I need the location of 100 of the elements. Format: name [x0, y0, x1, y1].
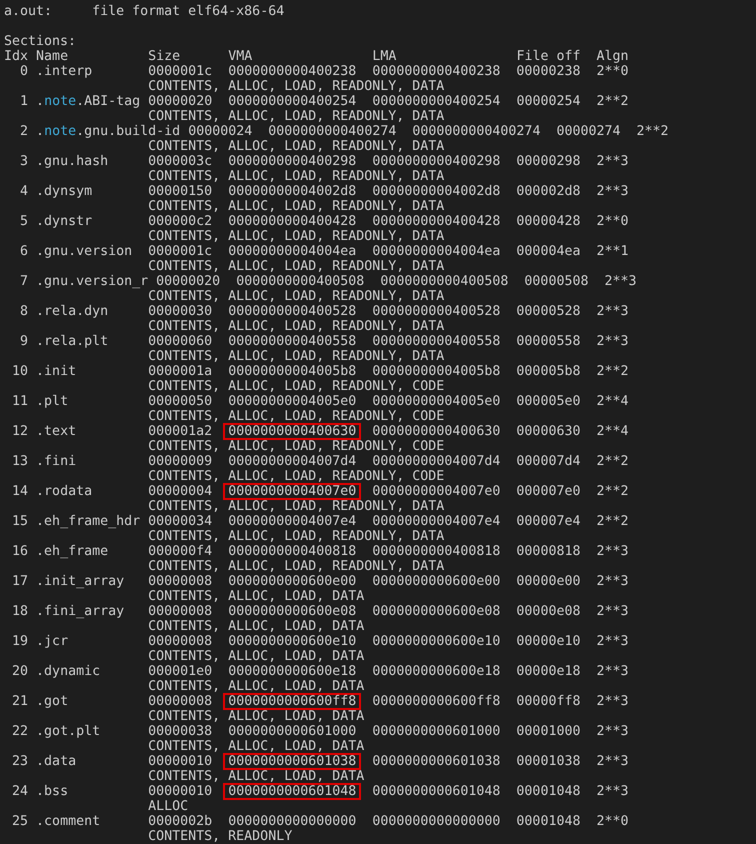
section-name: .dynsym: [36, 184, 92, 199]
vma-cell-text: 0000000000600e10: [227, 633, 358, 650]
alignment-cell: 2**4: [596, 394, 629, 409]
section-flags: CONTENTS, ALLOC, LOAD, DATA: [148, 649, 364, 664]
file-offset-cell: 000005b8: [516, 364, 580, 379]
alignment-cell: 2**2: [596, 94, 629, 109]
alignment-cell: 2**2: [596, 484, 629, 499]
alignment-cell: 2**4: [596, 424, 629, 439]
alignment-cell: 2**2: [596, 514, 629, 529]
vma-cell: 0000000000601048: [223, 783, 362, 800]
lma-cell: 00000000004004ea: [372, 244, 500, 259]
vma-cell-text: 0000000000400508: [235, 273, 366, 290]
alignment-cell: 2**2: [596, 454, 629, 469]
alignment-cell: 2**3: [596, 784, 629, 799]
section-index: 20: [12, 664, 28, 679]
lma-cell: 0000000000600ff8: [372, 694, 500, 709]
section-name: .fini: [36, 454, 76, 469]
lma-cell: 00000000004007d4: [372, 454, 500, 469]
section-index: 24: [12, 784, 28, 799]
lma-cell: 00000000004005e0: [372, 394, 500, 409]
column-header: VMA: [228, 49, 252, 64]
section-name: .plt: [36, 394, 68, 409]
section-flags: CONTENTS, ALLOC, LOAD, DATA: [148, 769, 364, 784]
file-offset-cell: 00000558: [516, 334, 580, 349]
section-index: 11: [12, 394, 28, 409]
section-index: 15: [12, 514, 28, 529]
vma-cell-text: 0000000000400528: [227, 303, 358, 320]
vma-cell-text: 0000000000400254: [227, 93, 358, 110]
section-index: 18: [12, 604, 28, 619]
alignment-cell: 2**3: [604, 274, 637, 289]
file-offset-cell: 000007e4: [516, 514, 580, 529]
file-name: a.out:: [4, 4, 52, 19]
section-name: .comment: [36, 814, 100, 829]
alignment-cell: 2**3: [596, 604, 629, 619]
vma-cell-text: 00000000004004ea: [227, 243, 358, 260]
section-name: .rodata: [36, 484, 92, 499]
section-flags: CONTENTS, ALLOC, LOAD, DATA: [148, 589, 364, 604]
vma-cell-text: 0000000000400298: [227, 153, 358, 170]
file-offset-cell: 000007d4: [516, 454, 580, 469]
alignment-cell: 2**1: [596, 244, 629, 259]
section-name: .text: [36, 424, 76, 439]
section-flags: CONTENTS, ALLOC, LOAD, READONLY, DATA: [148, 499, 444, 514]
vma-cell-text: 0000000000400428: [227, 213, 358, 230]
column-header: File off: [516, 49, 581, 64]
section-index: 21: [12, 694, 28, 709]
size-cell: 00000004: [148, 484, 212, 499]
lma-cell: 0000000000600e00: [372, 574, 500, 589]
alignment-cell: 2**3: [596, 574, 629, 589]
lma-cell: 0000000000600e10: [372, 634, 500, 649]
section-name: .dynstr: [36, 214, 92, 229]
alignment-cell: 2**0: [596, 64, 629, 79]
section-name: .gnu.version: [36, 244, 132, 259]
size-cell: 00000038: [148, 724, 212, 739]
section-index: 2: [20, 124, 28, 139]
alignment-cell: 2**2: [596, 364, 629, 379]
section-flags: CONTENTS, ALLOC, LOAD, DATA: [148, 679, 364, 694]
alignment-cell: 2**0: [596, 214, 629, 229]
section-index: 6: [20, 244, 28, 259]
section-index: 0: [20, 64, 28, 79]
size-cell: 00000009: [148, 454, 212, 469]
lma-cell: 0000000000400274: [412, 124, 540, 139]
file-offset-cell: 00000630: [516, 424, 580, 439]
alignment-cell: 2**3: [596, 634, 629, 649]
section-index: 13: [12, 454, 28, 469]
size-cell: 00000010: [148, 754, 212, 769]
size-cell: 0000003c: [148, 154, 212, 169]
lma-cell: 0000000000600e18: [372, 664, 500, 679]
file-offset-cell: 00000508: [524, 274, 588, 289]
section-index: 16: [12, 544, 28, 559]
section-flags: CONTENTS, ALLOC, LOAD, READONLY, DATA: [148, 259, 444, 274]
file-offset-cell: 000004ea: [516, 244, 580, 259]
section-name: .eh_frame: [36, 544, 108, 559]
section-flags: CONTENTS, ALLOC, LOAD, READONLY, CODE: [148, 379, 444, 394]
vma-cell-text: 0000000000400818: [227, 543, 358, 560]
size-cell: 0000002b: [148, 814, 212, 829]
section-index: 10: [12, 364, 28, 379]
size-cell: 0000001c: [148, 244, 212, 259]
alignment-cell: 2**0: [596, 814, 629, 829]
lma-cell: 0000000000601000: [372, 724, 500, 739]
file-offset-cell: 00000e08: [516, 604, 580, 619]
size-cell: 000001a2: [148, 424, 212, 439]
size-cell: 00000008: [148, 574, 212, 589]
size-cell: 00000008: [148, 634, 212, 649]
file-offset-cell: 00000e18: [516, 664, 580, 679]
vma-cell-text: 0000000000600e08: [227, 603, 358, 620]
section-flags: CONTENTS, ALLOC, LOAD, DATA: [148, 739, 364, 754]
size-cell: 000000c2: [148, 214, 212, 229]
section-flags: CONTENTS, ALLOC, LOAD, READONLY, DATA: [148, 289, 444, 304]
file-offset-cell: 000005e0: [516, 394, 580, 409]
column-header: Size: [148, 49, 180, 64]
file-offset-cell: 00000238: [516, 64, 580, 79]
section-index: 9: [20, 334, 28, 349]
section-name: .gnu.version_r: [36, 274, 148, 289]
section-index: 3: [20, 154, 28, 169]
file-offset-cell: 000007e0: [516, 484, 580, 499]
lma-cell: 0000000000400238: [372, 64, 500, 79]
section-flags: CONTENTS, ALLOC, LOAD, READONLY, CODE: [148, 409, 444, 424]
section-flags: CONTENTS, ALLOC, LOAD, READONLY, DATA: [148, 559, 444, 574]
section-name: .data: [36, 754, 76, 769]
lma-cell: 0000000000400630: [372, 424, 500, 439]
